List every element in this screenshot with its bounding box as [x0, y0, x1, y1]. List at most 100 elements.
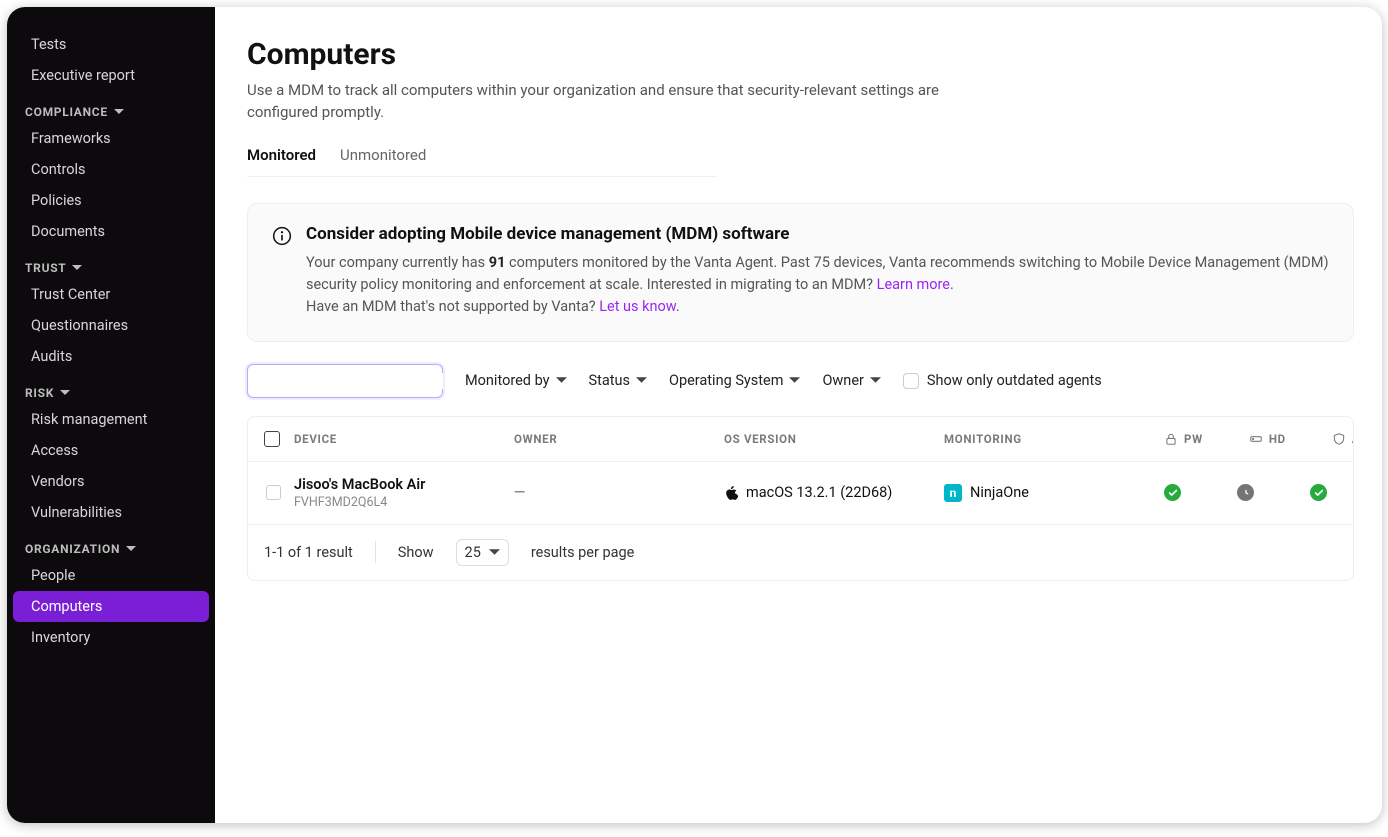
sidebar-section-label: RISK [25, 386, 54, 400]
col-os[interactable]: OS VERSION [724, 432, 944, 446]
check-icon [1314, 488, 1324, 498]
sidebar-section-trust[interactable]: TRUST [7, 247, 215, 279]
result-range: 1-1 of 1 result [264, 544, 353, 561]
col-monitoring[interactable]: MONITORING [944, 432, 1164, 446]
owner-cell: — [514, 484, 724, 501]
sidebar-item-computers[interactable]: Computers [13, 591, 209, 622]
table-header: DEVICE OWNER OS VERSION MONITORING PW HD [248, 417, 1353, 462]
sidebar-item-questionnaires[interactable]: Questionnaires [13, 310, 209, 341]
banner-title: Consider adopting Mobile device manageme… [306, 224, 1329, 244]
lock-icon [1164, 432, 1178, 446]
table-footer: 1-1 of 1 result Show 25 results per page [248, 525, 1353, 580]
harddrive-icon [1249, 432, 1263, 446]
banner-text: Have an MDM that's not supported by Vant… [306, 298, 599, 315]
tab-monitored[interactable]: Monitored [247, 142, 316, 176]
filter-label: Owner [822, 372, 863, 389]
chevron-down-icon [489, 547, 500, 558]
monitoring-cell: n NinjaOne [944, 484, 1164, 502]
col-owner[interactable]: OWNER [514, 432, 724, 446]
col-label: PW [1184, 432, 1203, 446]
tab-unmonitored[interactable]: Unmonitored [340, 142, 426, 176]
device-serial: FVHF3MD2Q6L4 [294, 495, 514, 510]
ninjaone-logo-icon: n [944, 484, 962, 502]
banner-text: Your company currently has [306, 254, 489, 271]
chevron-down-icon [636, 375, 647, 386]
select-all-checkbox[interactable] [264, 431, 280, 447]
sidebar-item-people[interactable]: People [13, 560, 209, 591]
col-hd[interactable]: HD [1249, 432, 1286, 446]
banner-count: 91 [489, 254, 506, 271]
chevron-down-icon [870, 375, 881, 386]
sidebar: Tests Executive report COMPLIANCE Framew… [7, 7, 215, 823]
learn-more-link[interactable]: Learn more [877, 276, 950, 293]
separator [375, 541, 376, 563]
col-av[interactable]: AV [1332, 432, 1354, 446]
search-input[interactable] [262, 373, 443, 389]
caret-down-icon [72, 263, 82, 273]
monitoring-name: NinjaOne [970, 484, 1029, 501]
mdm-banner: Consider adopting Mobile device manageme… [247, 203, 1354, 342]
os-version: macOS 13.2.1 (22D68) [746, 484, 892, 501]
chevron-down-icon [789, 375, 800, 386]
page-size-select[interactable]: 25 [456, 539, 509, 566]
sidebar-section-label: ORGANIZATION [25, 542, 120, 556]
sidebar-item-audits[interactable]: Audits [13, 341, 209, 372]
col-pw[interactable]: PW [1164, 432, 1203, 446]
av-status-ok [1310, 484, 1327, 501]
col-label: AV [1352, 432, 1354, 446]
sidebar-item-inventory[interactable]: Inventory [13, 622, 209, 653]
apple-icon [724, 485, 738, 501]
table-row[interactable]: Jisoo's MacBook Air FVHF3MD2Q6L4 — macOS… [248, 462, 1353, 525]
os-cell: macOS 13.2.1 (22D68) [724, 484, 944, 501]
hd-status-pending [1237, 484, 1254, 501]
filter-label: Monitored by [465, 372, 550, 389]
row-checkbox[interactable] [266, 485, 281, 500]
sidebar-item-risk-management[interactable]: Risk management [13, 404, 209, 435]
caret-down-icon [114, 107, 124, 117]
pw-status-ok [1164, 484, 1181, 501]
filter-operating-system[interactable]: Operating System [669, 372, 800, 389]
outdated-agents-checkbox[interactable]: Show only outdated agents [903, 372, 1102, 389]
sidebar-section-label: COMPLIANCE [25, 105, 108, 119]
col-device[interactable]: DEVICE [294, 432, 514, 446]
clock-icon [1241, 488, 1251, 498]
sidebar-item-controls[interactable]: Controls [13, 154, 209, 185]
per-page-label: results per page [531, 544, 635, 561]
tab-bar: Monitored Unmonitored [247, 142, 717, 177]
sidebar-section-label: TRUST [25, 261, 66, 275]
filter-row: Monitored by Status Operating System Own… [247, 364, 1354, 398]
page-subtitle: Use a MDM to track all computers within … [247, 80, 967, 124]
filter-label: Operating System [669, 372, 783, 389]
filter-status[interactable]: Status [589, 372, 647, 389]
sidebar-item-tests[interactable]: Tests [13, 29, 209, 60]
caret-down-icon [126, 544, 136, 554]
page-size-value: 25 [465, 544, 481, 561]
info-icon [272, 226, 292, 246]
checkbox-icon [903, 373, 919, 389]
sidebar-item-frameworks[interactable]: Frameworks [13, 123, 209, 154]
sidebar-item-policies[interactable]: Policies [13, 185, 209, 216]
check-icon [1168, 488, 1178, 498]
search-input-wrap[interactable] [247, 364, 443, 398]
sidebar-item-executive-report[interactable]: Executive report [13, 60, 209, 91]
sidebar-item-vendors[interactable]: Vendors [13, 466, 209, 497]
main-content: Computers Use a MDM to track all compute… [215, 7, 1382, 823]
sidebar-item-vulnerabilities[interactable]: Vulnerabilities [13, 497, 209, 528]
sidebar-item-access[interactable]: Access [13, 435, 209, 466]
page-title: Computers [247, 37, 1354, 72]
let-us-know-link[interactable]: Let us know [599, 298, 676, 315]
filter-monitored-by[interactable]: Monitored by [465, 372, 567, 389]
shield-icon [1332, 432, 1346, 446]
banner-text: . [676, 298, 680, 315]
device-name: Jisoo's MacBook Air [294, 476, 514, 493]
computers-table: DEVICE OWNER OS VERSION MONITORING PW HD [247, 416, 1354, 581]
sidebar-section-compliance[interactable]: COMPLIANCE [7, 91, 215, 123]
sidebar-section-risk[interactable]: RISK [7, 372, 215, 404]
sidebar-item-trust-center[interactable]: Trust Center [13, 279, 209, 310]
filter-label: Status [589, 372, 630, 389]
chevron-down-icon [556, 375, 567, 386]
sidebar-section-organization[interactable]: ORGANIZATION [7, 528, 215, 560]
banner-text: . [950, 276, 954, 293]
filter-owner[interactable]: Owner [822, 372, 880, 389]
sidebar-item-documents[interactable]: Documents [13, 216, 209, 247]
